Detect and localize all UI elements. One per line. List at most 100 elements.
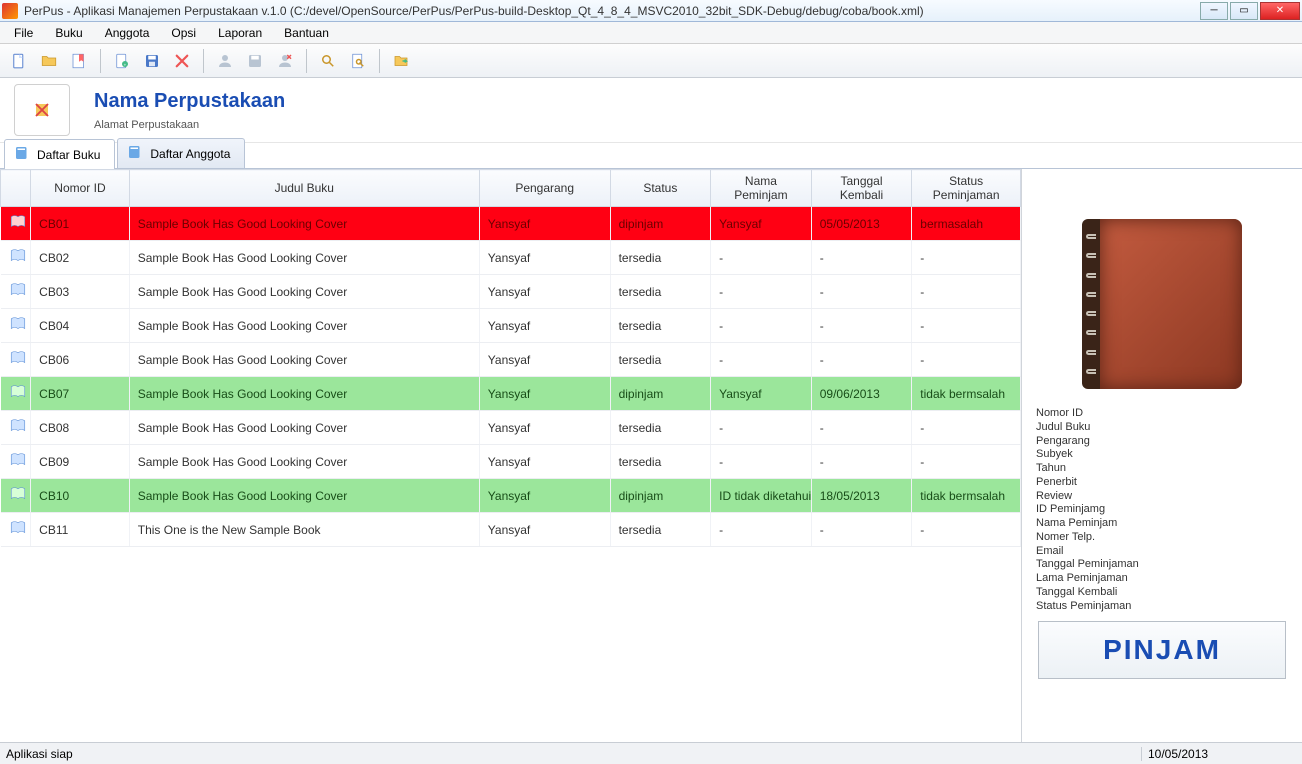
- table-row[interactable]: CB09Sample Book Has Good Looking CoverYa…: [1, 445, 1021, 479]
- menu-laporan[interactable]: Laporan: [208, 24, 272, 42]
- library-title: Nama Perpustakaan: [94, 90, 285, 113]
- new-doc-icon[interactable]: +: [109, 48, 135, 74]
- column-header[interactable]: Status: [610, 170, 711, 207]
- cell: Yansyaf: [711, 377, 812, 411]
- cell: Sample Book Has Good Looking Cover: [129, 207, 479, 241]
- cell: CB10: [31, 479, 130, 513]
- menu-buku[interactable]: Buku: [45, 24, 92, 42]
- cell: -: [811, 275, 912, 309]
- cell: -: [811, 411, 912, 445]
- cell: Yansyaf: [479, 309, 610, 343]
- column-header[interactable]: Tanggal Kembali: [811, 170, 912, 207]
- cell: -: [711, 309, 812, 343]
- table-row[interactable]: CB07Sample Book Has Good Looking CoverYa…: [1, 377, 1021, 411]
- detail-label: Tahun: [1036, 462, 1288, 476]
- cell: tidak bermsalah: [912, 479, 1021, 513]
- cell: dipinjam: [610, 207, 711, 241]
- cell: CB11: [31, 513, 130, 547]
- book-row-icon: [9, 519, 27, 533]
- cell: -: [811, 445, 912, 479]
- table-row[interactable]: CB11This One is the New Sample BookYansy…: [1, 513, 1021, 547]
- column-header[interactable]: Nomor ID: [31, 170, 130, 207]
- library-logo: [14, 84, 70, 136]
- remove-user-icon[interactable]: [272, 48, 298, 74]
- cell: -: [811, 513, 912, 547]
- cell: -: [711, 445, 812, 479]
- export-icon[interactable]: [388, 48, 414, 74]
- detail-label: Nomor ID: [1036, 407, 1288, 421]
- book-row-icon: [9, 213, 27, 227]
- detail-label: Tanggal Kembali: [1036, 586, 1288, 600]
- table-row[interactable]: CB06Sample Book Has Good Looking CoverYa…: [1, 343, 1021, 377]
- detail-label: Nomer Telp.: [1036, 531, 1288, 545]
- cell: tersedia: [610, 411, 711, 445]
- cell: CB06: [31, 343, 130, 377]
- tab-daftar-anggota[interactable]: Daftar Anggota: [117, 138, 245, 168]
- book-row-icon: [9, 451, 27, 465]
- pinjam-button[interactable]: PINJAM: [1038, 621, 1286, 679]
- book-tab-icon: [126, 143, 144, 164]
- table-row[interactable]: CB08Sample Book Has Good Looking CoverYa…: [1, 411, 1021, 445]
- book-row-icon: [9, 281, 27, 295]
- delete-icon[interactable]: [169, 48, 195, 74]
- cell: -: [711, 275, 812, 309]
- cell: CB07: [31, 377, 130, 411]
- menu-anggota[interactable]: Anggota: [95, 24, 160, 42]
- column-header[interactable]: Status Peminjaman: [912, 170, 1021, 207]
- close-button[interactable]: ✕: [1260, 2, 1300, 20]
- cell: Sample Book Has Good Looking Cover: [129, 309, 479, 343]
- cell: -: [711, 411, 812, 445]
- minimize-button[interactable]: ─: [1200, 2, 1228, 20]
- book-cover-image: [1082, 219, 1242, 389]
- column-header[interactable]: Pengarang: [479, 170, 610, 207]
- detail-label: Tanggal Peminjaman: [1036, 558, 1288, 572]
- detail-label: Status Peminjaman: [1036, 600, 1288, 614]
- bookmark-icon[interactable]: [66, 48, 92, 74]
- save-user-icon[interactable]: [242, 48, 268, 74]
- detail-label: Judul Buku: [1036, 421, 1288, 435]
- column-header[interactable]: Judul Buku: [129, 170, 479, 207]
- cell: -: [912, 309, 1021, 343]
- status-message: Aplikasi siap: [0, 747, 1142, 761]
- cell: This One is the New Sample Book: [129, 513, 479, 547]
- book-row-icon: [9, 417, 27, 431]
- cell: -: [912, 343, 1021, 377]
- book-tab-icon: [13, 144, 31, 165]
- menu-file[interactable]: File: [4, 24, 43, 42]
- table-row[interactable]: CB04Sample Book Has Good Looking CoverYa…: [1, 309, 1021, 343]
- table-row[interactable]: CB10Sample Book Has Good Looking CoverYa…: [1, 479, 1021, 513]
- cell: tersedia: [610, 343, 711, 377]
- search-icon[interactable]: [315, 48, 341, 74]
- menu-bantuan[interactable]: Bantuan: [274, 24, 339, 42]
- open-folder-icon[interactable]: [36, 48, 62, 74]
- book-table[interactable]: Nomor IDJudul BukuPengarangStatusNama Pe…: [0, 169, 1021, 742]
- titlebar: PerPus - Aplikasi Manajemen Perpustakaan…: [0, 0, 1302, 22]
- cell: CB04: [31, 309, 130, 343]
- new-file-icon[interactable]: [6, 48, 32, 74]
- toolbar-separator: [306, 49, 307, 73]
- report-icon[interactable]: [345, 48, 371, 74]
- cell: Sample Book Has Good Looking Cover: [129, 275, 479, 309]
- table-row[interactable]: CB02Sample Book Has Good Looking CoverYa…: [1, 241, 1021, 275]
- user-icon[interactable]: [212, 48, 238, 74]
- cell: ID tidak diketahui: [711, 479, 812, 513]
- cell: dipinjam: [610, 377, 711, 411]
- cell: Sample Book Has Good Looking Cover: [129, 241, 479, 275]
- tab-daftar-buku[interactable]: Daftar Buku: [4, 139, 115, 169]
- save-icon[interactable]: [139, 48, 165, 74]
- cell: Sample Book Has Good Looking Cover: [129, 479, 479, 513]
- column-header[interactable]: Nama Peminjam: [711, 170, 812, 207]
- menu-opsi[interactable]: Opsi: [161, 24, 206, 42]
- cell: tersedia: [610, 513, 711, 547]
- table-row[interactable]: CB03Sample Book Has Good Looking CoverYa…: [1, 275, 1021, 309]
- table-row[interactable]: CB01Sample Book Has Good Looking CoverYa…: [1, 207, 1021, 241]
- detail-label: Pengarang: [1036, 435, 1288, 449]
- detail-label: Lama Peminjaman: [1036, 572, 1288, 586]
- svg-text:+: +: [124, 62, 127, 67]
- detail-label: Nama Peminjam: [1036, 517, 1288, 531]
- column-header[interactable]: [1, 170, 31, 207]
- maximize-button[interactable]: ▭: [1230, 2, 1258, 20]
- toolbar-separator: [379, 49, 380, 73]
- toolbar-separator: [100, 49, 101, 73]
- cell: dipinjam: [610, 479, 711, 513]
